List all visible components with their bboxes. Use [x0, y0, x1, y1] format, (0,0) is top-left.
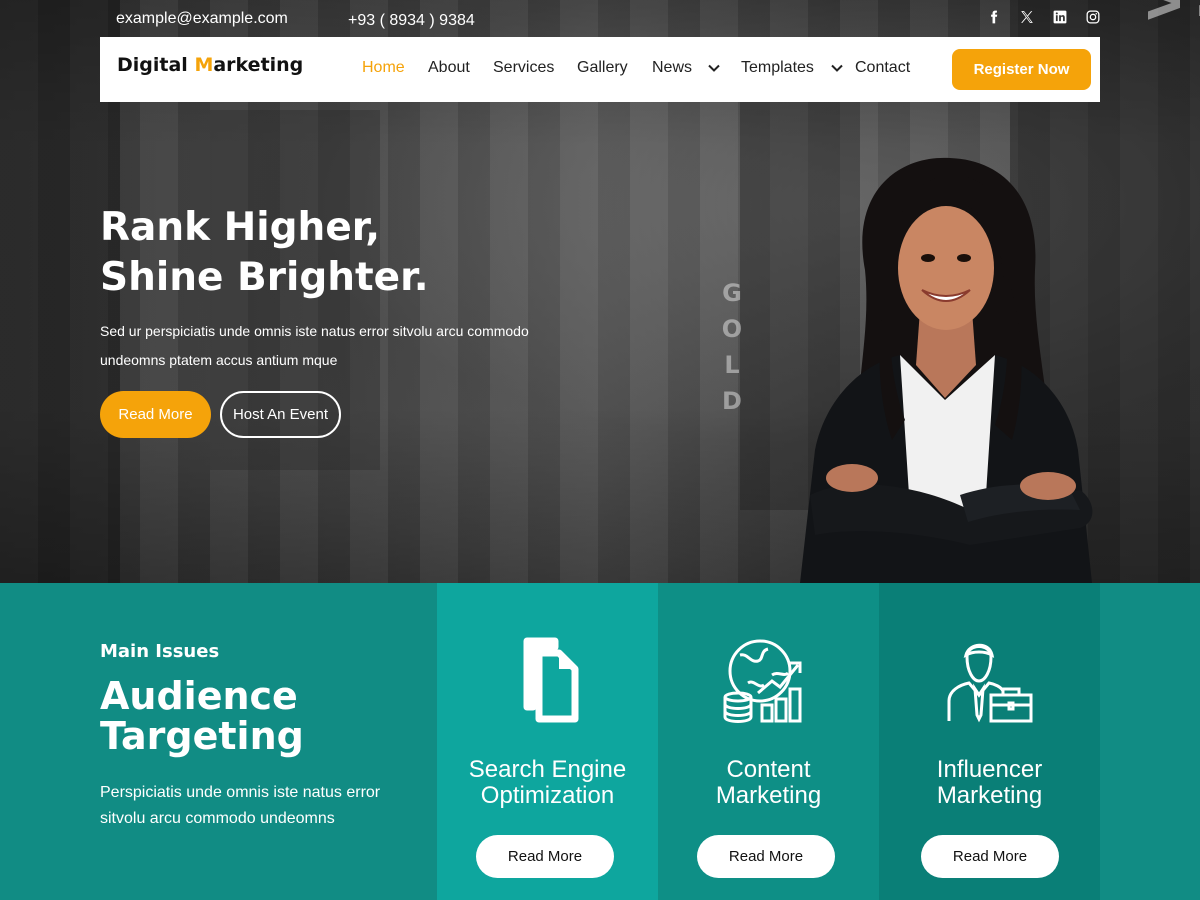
logo-accent-letter: M [194, 54, 214, 76]
nav-item-services[interactable]: Services [493, 59, 554, 77]
card-title: Content Marketing [658, 757, 879, 809]
social-links [986, 9, 1101, 25]
card-title-line: Content [726, 756, 811, 783]
card-read-more-button[interactable]: Read More [921, 835, 1059, 878]
card-title-line: Search Engine [468, 756, 627, 783]
read-more-button[interactable]: Read More [100, 391, 211, 438]
sign-letter: L [724, 351, 740, 379]
chevron-down-icon[interactable] [830, 61, 844, 75]
facebook-icon[interactable] [986, 9, 1002, 25]
register-now-button[interactable]: Register Now [952, 49, 1091, 90]
linkedin-icon[interactable] [1052, 9, 1068, 25]
main-issues-intro: Main Issues Audience Targeting Perspicia… [100, 641, 420, 832]
businessman-icon [947, 643, 1033, 723]
x-icon[interactable] [1019, 9, 1035, 25]
businesswoman-image [800, 157, 1093, 583]
section-title-line: Targeting [100, 714, 304, 758]
hero-description: Sed ur perspiciatis unde omnis iste natu… [100, 317, 580, 375]
card-title-line: Marketing [715, 782, 822, 809]
nav-item-news[interactable]: News [652, 59, 692, 77]
service-card-seo: Search Engine Optimization Read More [437, 583, 658, 900]
nav-item-gallery[interactable]: Gallery [577, 59, 628, 77]
section-title: Audience Targeting [100, 676, 420, 756]
contact-phone[interactable]: +93 ( 8934 ) 9384 [348, 12, 475, 30]
sign-letter: D [722, 387, 742, 415]
card-title-line: Marketing [936, 782, 1043, 809]
section-description: Perspiciatis unde omnis iste natus error… [100, 784, 381, 827]
hero-heading: Rank Higher, Shine Brighter. [100, 203, 429, 303]
globe-growth-icon [723, 639, 802, 723]
service-card-influencer-marketing: Influencer Marketing Read More [879, 583, 1100, 900]
nav-item-about[interactable]: About [428, 59, 470, 77]
nav-item-templates[interactable]: Templates [741, 59, 814, 77]
sign-letter: G [722, 279, 742, 307]
card-title: Search Engine Optimization [437, 757, 658, 809]
logo-text-part1: Digital [117, 54, 195, 76]
nav-item-contact[interactable]: Contact [855, 59, 910, 77]
hero-description-line: Sed ur perspiciatis unde omnis iste natu… [100, 323, 529, 339]
document-icon [523, 637, 579, 723]
sign-letter: O [721, 315, 743, 343]
contact-email[interactable]: example@example.com [116, 10, 288, 28]
card-read-more-button[interactable]: Read More [476, 835, 614, 878]
card-title-line: Optimization [480, 782, 615, 809]
chevron-down-icon[interactable] [707, 61, 721, 75]
site-logo[interactable]: Digital Marketing [117, 54, 303, 76]
card-title-line: Influencer [936, 756, 1043, 783]
card-read-more-button[interactable]: Read More [697, 835, 835, 878]
hero-heading-line: Rank Higher, [100, 205, 381, 250]
card-title: Influencer Marketing [879, 757, 1100, 809]
section-kicker: Main Issues [100, 641, 220, 662]
nav-item-home[interactable]: Home [362, 59, 405, 77]
logo-text-part2: arketing [213, 54, 304, 76]
hero-heading-line: Shine Brighter. [100, 255, 429, 300]
main-navbar: Digital Marketing Home About Services Ga… [100, 37, 1100, 102]
services-section: Main Issues Audience Targeting Perspicia… [0, 583, 1200, 900]
service-card-content-marketing: Content Marketing Read More [658, 583, 879, 900]
background-sign-text: VERO M [1140, 0, 1200, 20]
hero-description-line: undeomns ptatem accus antium mque [100, 352, 338, 368]
background-sign-gold: G O L D [714, 275, 750, 419]
host-an-event-button[interactable]: Host An Event [220, 391, 341, 438]
section-title-line: Audience [100, 674, 298, 718]
instagram-icon[interactable] [1085, 9, 1101, 25]
